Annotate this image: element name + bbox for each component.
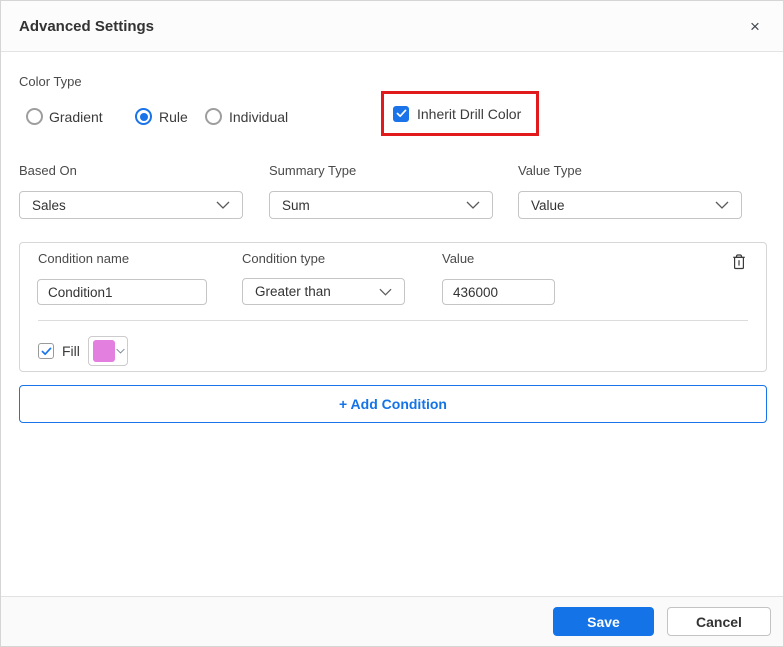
fill-label: Fill (62, 343, 80, 359)
condition-name-input[interactable] (37, 279, 207, 305)
condition-type-label: Condition type (242, 251, 326, 266)
condition-panel: Condition name Condition type Value Grea… (19, 242, 767, 372)
inherit-drill-color-label[interactable]: Inherit Drill Color (417, 106, 521, 122)
trash-icon (733, 254, 745, 270)
color-type-label: Color Type (19, 74, 82, 89)
chevron-down-icon (116, 348, 125, 354)
radio-individual[interactable] (205, 108, 222, 125)
dialog-title: Advanced Settings (19, 17, 155, 35)
cancel-button[interactable]: Cancel (667, 607, 771, 636)
red-highlight-box: Inherit Drill Color (381, 91, 539, 136)
advanced-settings-dialog: Advanced Settings × Color Type Gradient … (0, 0, 784, 647)
dialog-header: Advanced Settings × (1, 1, 783, 52)
value-type-label: Value Type (518, 163, 582, 178)
checkmark-icon (396, 109, 406, 118)
condition-value-label: Value (442, 251, 475, 266)
radio-gradient[interactable] (26, 108, 43, 125)
radio-individual-label[interactable]: Individual (229, 109, 288, 125)
delete-condition-button[interactable] (728, 250, 750, 274)
value-type-dropdown[interactable]: Value (518, 191, 742, 219)
chevron-down-icon (379, 288, 392, 296)
radio-gradient-label[interactable]: Gradient (49, 109, 103, 125)
radio-rule-label[interactable]: Rule (159, 109, 188, 125)
checkmark-icon (41, 346, 51, 355)
condition-name-label: Condition name (38, 251, 130, 266)
fill-color-swatch (92, 340, 115, 362)
chevron-down-icon (715, 201, 729, 209)
summary-type-dropdown[interactable]: Sum (269, 191, 493, 219)
chevron-down-icon (216, 201, 230, 209)
inherit-drill-color-checkbox[interactable] (393, 105, 409, 122)
based-on-label: Based On (19, 163, 77, 178)
save-button[interactable]: Save (553, 607, 654, 636)
fill-color-picker[interactable] (87, 336, 128, 366)
fill-row: Fill (38, 335, 128, 367)
summary-type-label: Summary Type (269, 163, 357, 178)
condition-type-dropdown[interactable]: Greater than (242, 278, 405, 305)
value-type-value: Value (531, 197, 565, 213)
close-icon[interactable]: × (737, 1, 773, 52)
chevron-down-icon (466, 201, 480, 209)
panel-divider (38, 320, 748, 321)
add-condition-button[interactable]: + Add Condition (19, 385, 767, 423)
condition-value-input[interactable] (442, 279, 555, 305)
based-on-dropdown[interactable]: Sales (19, 191, 243, 219)
condition-type-value: Greater than (255, 284, 331, 299)
based-on-value: Sales (32, 197, 66, 213)
summary-type-value: Sum (282, 197, 310, 213)
fill-checkbox[interactable] (38, 343, 54, 359)
radio-rule[interactable] (135, 108, 152, 125)
dialog-footer: Save Cancel (1, 596, 783, 646)
